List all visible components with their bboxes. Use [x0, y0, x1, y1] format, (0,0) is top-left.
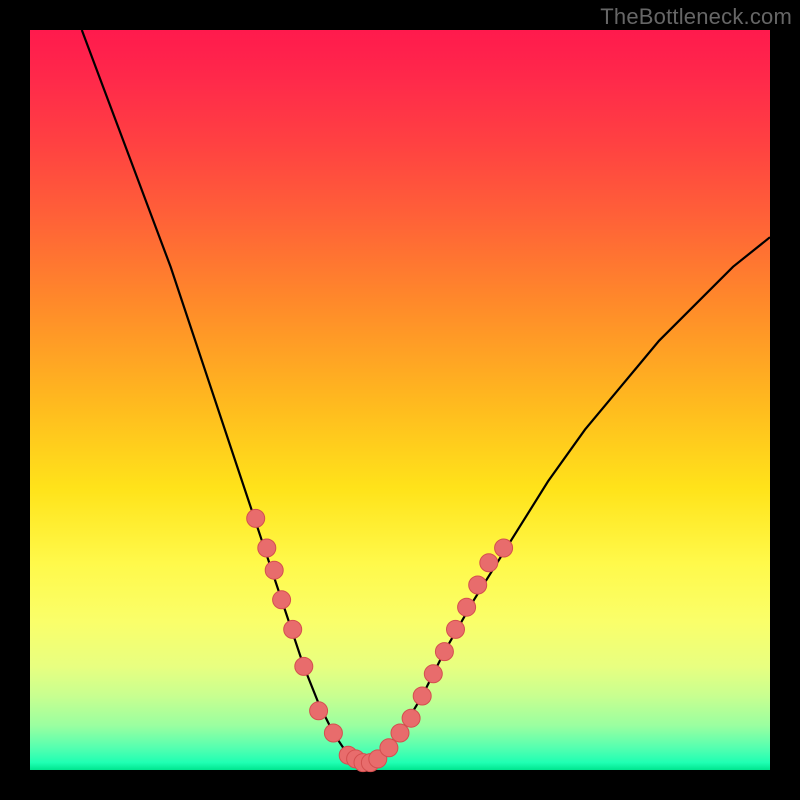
data-point [380, 739, 398, 757]
data-point [480, 554, 498, 572]
data-point [258, 539, 276, 557]
data-point [469, 576, 487, 594]
data-point [247, 509, 265, 527]
data-point [447, 620, 465, 638]
data-point [402, 709, 420, 727]
data-point [273, 591, 291, 609]
data-point [391, 724, 409, 742]
chart-svg [30, 30, 770, 770]
data-point [295, 657, 313, 675]
dots-bottom-cluster [339, 709, 420, 771]
data-point [310, 702, 328, 720]
data-point [435, 643, 453, 661]
data-point [265, 561, 283, 579]
data-point [424, 665, 442, 683]
data-point [324, 724, 342, 742]
bottleneck-curve [82, 30, 770, 763]
data-point [495, 539, 513, 557]
dots-left-cluster [247, 509, 343, 742]
data-point [413, 687, 431, 705]
dots-right-cluster [413, 539, 512, 705]
data-point [284, 620, 302, 638]
watermark-text: TheBottleneck.com [600, 4, 792, 30]
frame: TheBottleneck.com [0, 0, 800, 800]
plot-area [30, 30, 770, 770]
data-point [458, 598, 476, 616]
